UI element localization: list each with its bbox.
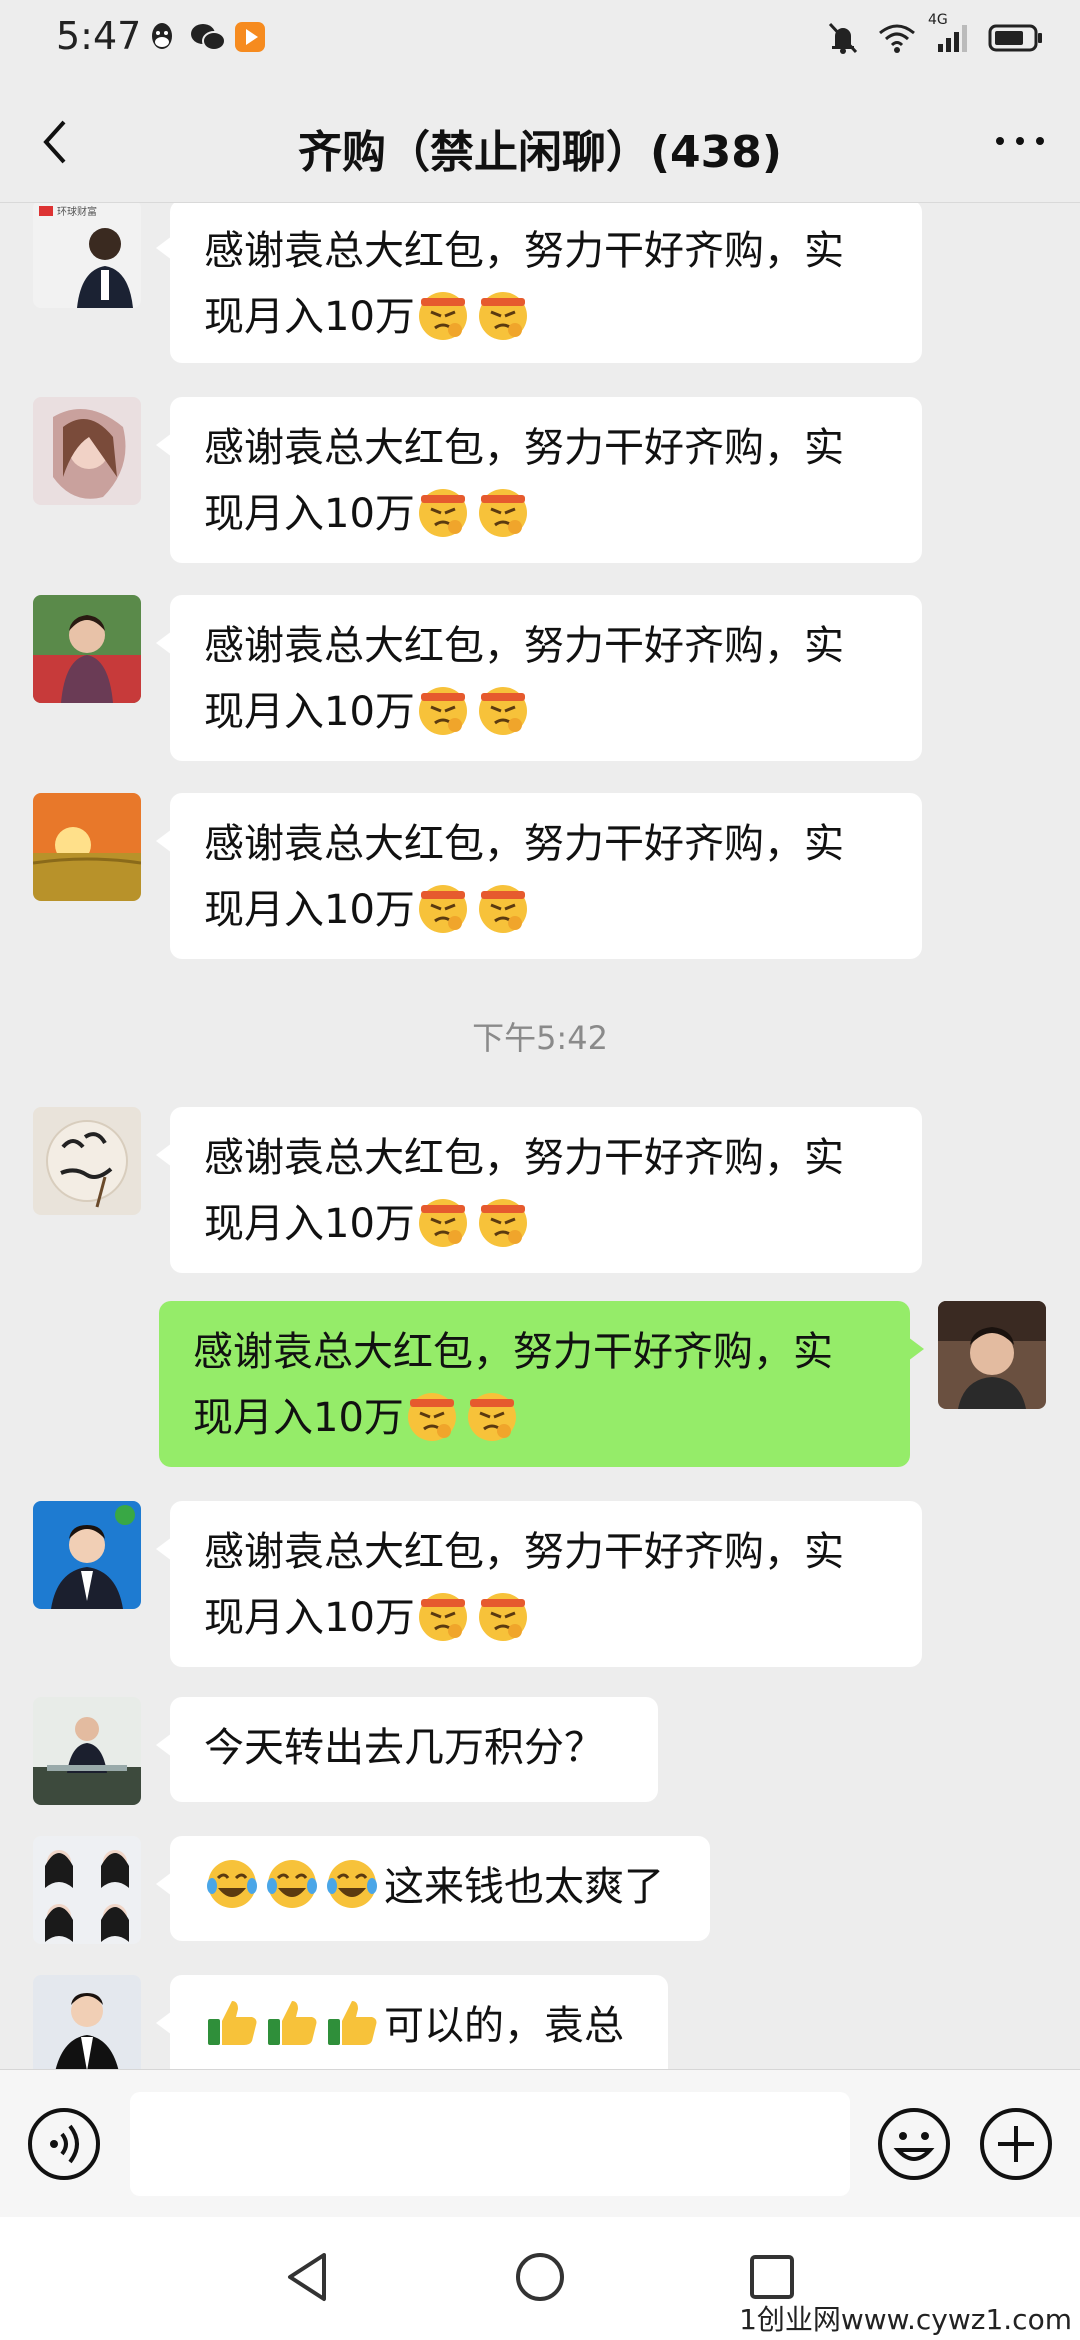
network-type-label: 4G <box>928 12 948 28</box>
message-bubble-mine[interactable]: 感谢袁总大红包，努力干好齐购，实 现月入10万 <box>159 1301 924 1467</box>
status-app-icons <box>145 20 267 54</box>
message-text-line1: 感谢袁总大红包，努力干好齐购，实 <box>193 1329 833 1375</box>
message-bubble[interactable]: 这来钱也太爽了 <box>156 1836 710 1941</box>
message-text-line1: 感谢袁总大红包，努力干好齐购，实 <box>204 1135 844 1181</box>
message-text: 今天转出去几万积分？ <box>204 1725 604 1771</box>
headband-emoji-icon <box>415 1587 471 1643</box>
circle-home-icon <box>516 2253 564 2301</box>
avatar[interactable] <box>33 397 141 505</box>
input-bar <box>0 2069 1080 2218</box>
message-input[interactable] <box>130 2092 850 2196</box>
message-bubble[interactable]: 可以的，袁总 <box>156 1975 668 2069</box>
watermark: 1创业网www.cywz1.com <box>739 2303 1072 2336</box>
message-bubble[interactable]: 感谢袁总大红包，努力干好齐购，实 现月入10万 <box>156 397 922 563</box>
message-bubble[interactable]: 感谢袁总大红包，努力干好齐购，实 现月入10万 <box>156 1107 922 1273</box>
avatar[interactable] <box>33 1107 141 1215</box>
voice-input-button[interactable] <box>26 2106 102 2182</box>
headband-emoji-icon <box>475 1193 531 1249</box>
message-text-line2: 现月入10万 <box>204 1595 415 1641</box>
status-bar: 5:47 4G <box>0 0 1080 80</box>
headband-emoji-icon <box>475 681 531 737</box>
my-avatar[interactable] <box>938 1301 1046 1409</box>
message-text: 可以的，袁总 <box>384 2003 624 2049</box>
headband-emoji-icon <box>415 879 471 935</box>
message-bubble[interactable]: 今天转出去几万积分？ <box>156 1697 658 1802</box>
message-text-line2: 现月入10万 <box>204 689 415 735</box>
message-text-line2: 现月入10万 <box>204 294 415 340</box>
message-text-line1: 感谢袁总大红包，努力干好齐购，实 <box>204 228 844 274</box>
message-text-line2: 现月入10万 <box>204 491 415 537</box>
wechat-icon <box>189 20 226 54</box>
battery-icon <box>988 23 1044 57</box>
emoji-button[interactable] <box>876 2106 952 2182</box>
message-text-line2: 现月入10万 <box>193 1395 404 1441</box>
laughing-tears-emoji-icon <box>264 1856 320 1912</box>
status-time: 5:47 <box>56 14 142 58</box>
qq-icon <box>145 20 179 54</box>
status-indicators: 4G <box>826 12 1044 60</box>
headband-emoji-icon <box>415 681 471 737</box>
avatar[interactable] <box>33 1697 141 1805</box>
message-text-line1: 感谢袁总大红包，努力干好齐购，实 <box>204 425 844 471</box>
message-text-line2: 现月入10万 <box>204 1201 415 1247</box>
avatar[interactable] <box>33 793 141 901</box>
triangle-back-icon <box>288 2253 326 2301</box>
headband-emoji-icon <box>404 1387 460 1443</box>
message-text-line1: 感谢袁总大红包，努力干好齐购，实 <box>204 1529 844 1575</box>
message-bubble[interactable]: 感谢袁总大红包，努力干好齐购，实 现月入10万 <box>156 793 922 959</box>
avatar-logo-text: 环球财富 <box>57 205 97 218</box>
avatar[interactable] <box>33 1501 141 1609</box>
headband-emoji-icon <box>475 286 531 342</box>
thumbs-up-emoji-icon <box>204 1995 260 2051</box>
more-functions-button[interactable] <box>978 2106 1054 2182</box>
message-text-line2: 现月入10万 <box>204 887 415 933</box>
avatar[interactable] <box>33 1975 141 2069</box>
system-home-button[interactable] <box>510 2247 570 2307</box>
message-bubble[interactable]: 感谢袁总大红包，努力干好齐购，实 现月入10万 <box>156 595 922 761</box>
chat-header: 齐购（禁止闲聊）(438) <box>0 80 1080 203</box>
mute-bell-icon <box>826 20 860 60</box>
system-back-button[interactable] <box>278 2247 338 2307</box>
laughing-tears-emoji-icon <box>324 1856 380 1912</box>
smiley-icon <box>878 2108 950 2180</box>
thumbs-up-emoji-icon <box>324 1995 380 2051</box>
video-app-icon <box>233 20 267 54</box>
headband-emoji-icon <box>475 1587 531 1643</box>
plus-icon <box>980 2108 1052 2180</box>
more-dots-icon <box>996 137 1044 145</box>
message-text-line1: 感谢袁总大红包，努力干好齐购，实 <box>204 821 844 867</box>
message-text-line1: 感谢袁总大红包，努力干好齐购，实 <box>204 623 844 669</box>
wifi-icon <box>878 23 916 57</box>
headband-emoji-icon <box>415 483 471 539</box>
chat-title: 齐购（禁止闲聊）(438) <box>297 127 783 178</box>
voice-icon <box>28 2108 100 2180</box>
headband-emoji-icon <box>475 483 531 539</box>
headband-emoji-icon <box>415 286 471 342</box>
laughing-tears-emoji-icon <box>204 1856 260 1912</box>
message-text: 这来钱也太爽了 <box>384 1864 664 1910</box>
signal-icon: 4G <box>928 12 970 58</box>
headband-emoji-icon <box>464 1387 520 1443</box>
avatar[interactable] <box>33 595 141 703</box>
more-options-button[interactable] <box>990 116 1050 166</box>
system-navigation-bar: 1创业网www.cywz1.com <box>0 2217 1080 2340</box>
message-bubble[interactable]: 感谢袁总大红包，努力干好齐购，实 现月入10万 <box>156 203 922 363</box>
message-timestamp: 下午5:42 <box>472 1019 608 1057</box>
avatar[interactable] <box>33 1836 141 1944</box>
message-list[interactable]: 环球财富 感谢袁总大红包，努力干好齐购，实 现月入10万 感谢袁总大红包，努力干… <box>0 203 1080 2069</box>
message-bubble[interactable]: 感谢袁总大红包，努力干好齐购，实 现月入10万 <box>156 1501 922 1667</box>
headband-emoji-icon <box>475 879 531 935</box>
avatar[interactable]: 环球财富 <box>33 203 141 308</box>
headband-emoji-icon <box>415 1193 471 1249</box>
thumbs-up-emoji-icon <box>264 1995 320 2051</box>
